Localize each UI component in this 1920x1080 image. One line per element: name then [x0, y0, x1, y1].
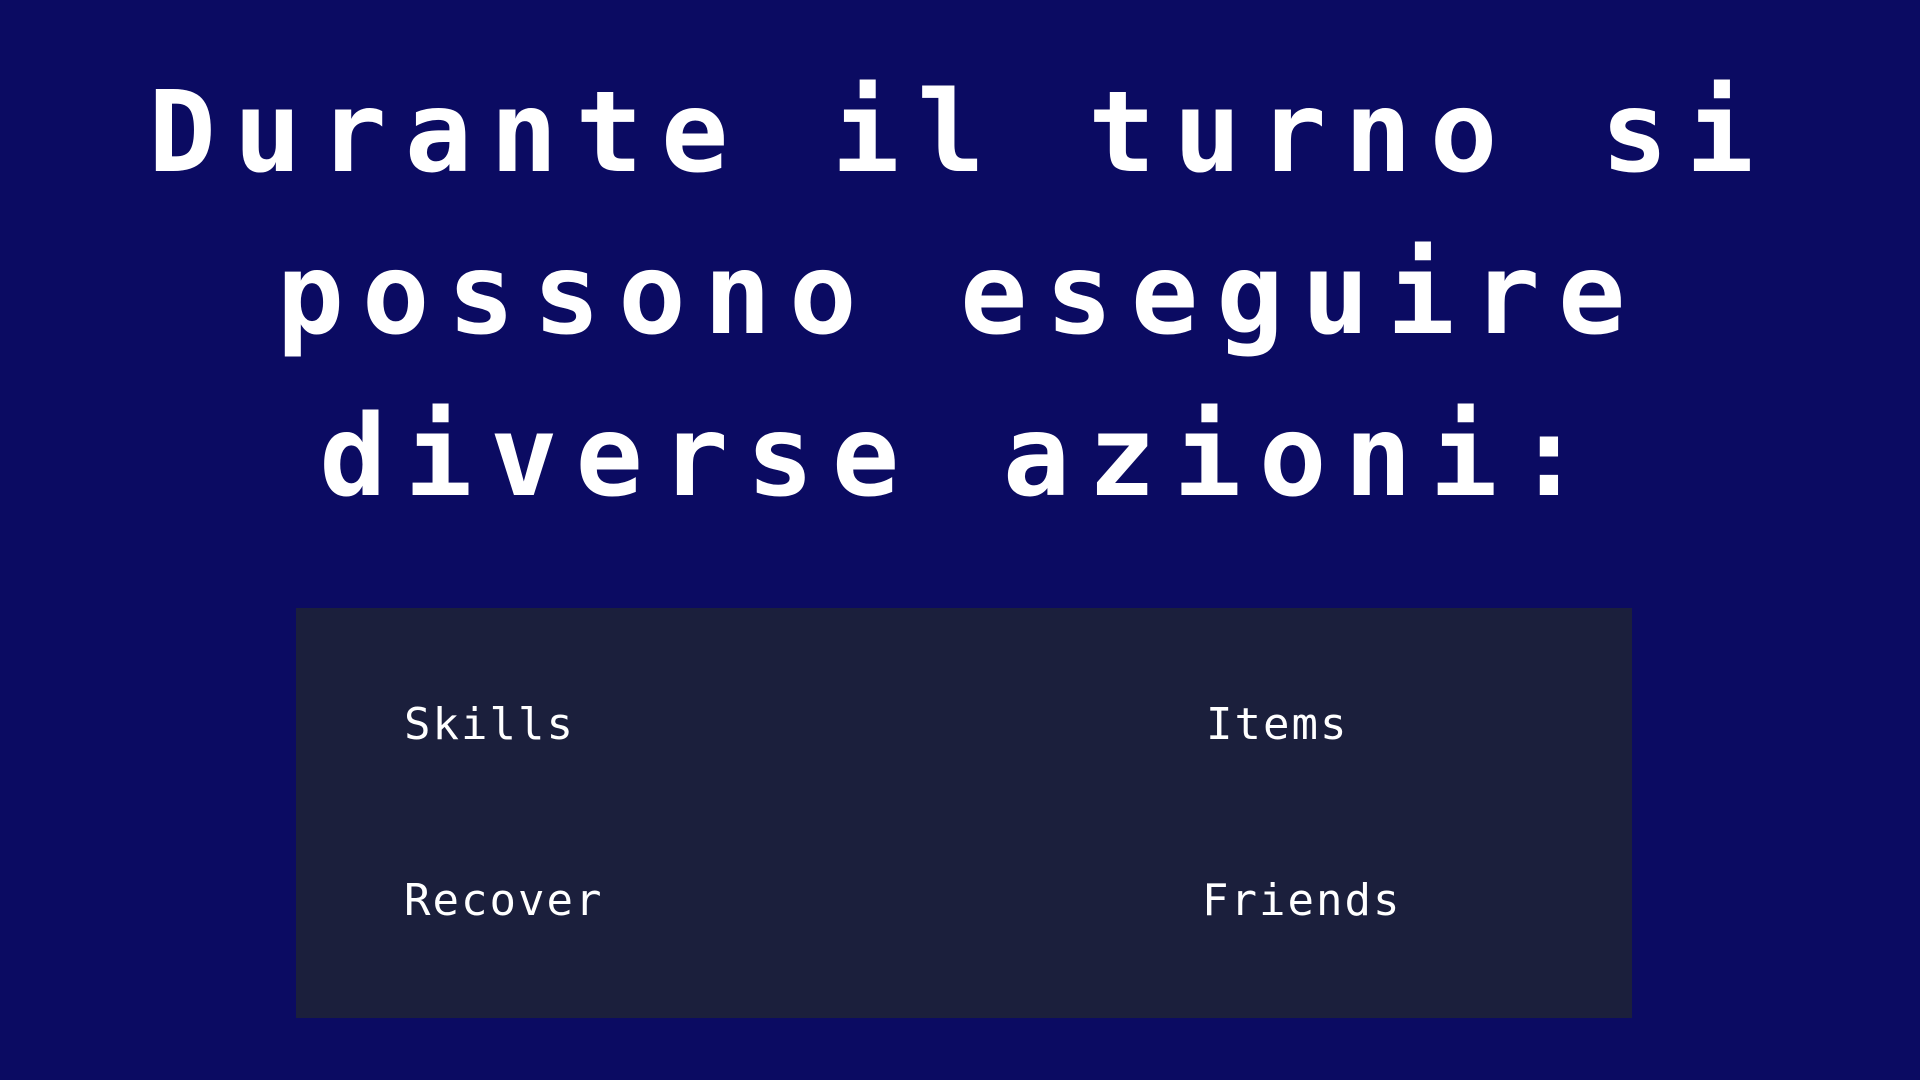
- menu-option-recover[interactable]: Recover: [404, 876, 603, 926]
- menu-option-items[interactable]: Items: [1206, 700, 1348, 750]
- instruction-line-3: diverse azioni:: [319, 392, 1601, 522]
- instruction-line-1: Durante il turno si: [148, 68, 1772, 198]
- action-menu: Skills Items Recover Friends: [296, 608, 1632, 1018]
- instruction-line-2: possono eseguire: [276, 230, 1644, 360]
- game-screen: Durante il turno si possono eseguire div…: [0, 0, 1920, 1080]
- instruction-text: Durante il turno si possono eseguire div…: [0, 52, 1920, 538]
- menu-option-friends[interactable]: Friends: [1202, 876, 1401, 926]
- menu-option-skills[interactable]: Skills: [404, 700, 575, 750]
